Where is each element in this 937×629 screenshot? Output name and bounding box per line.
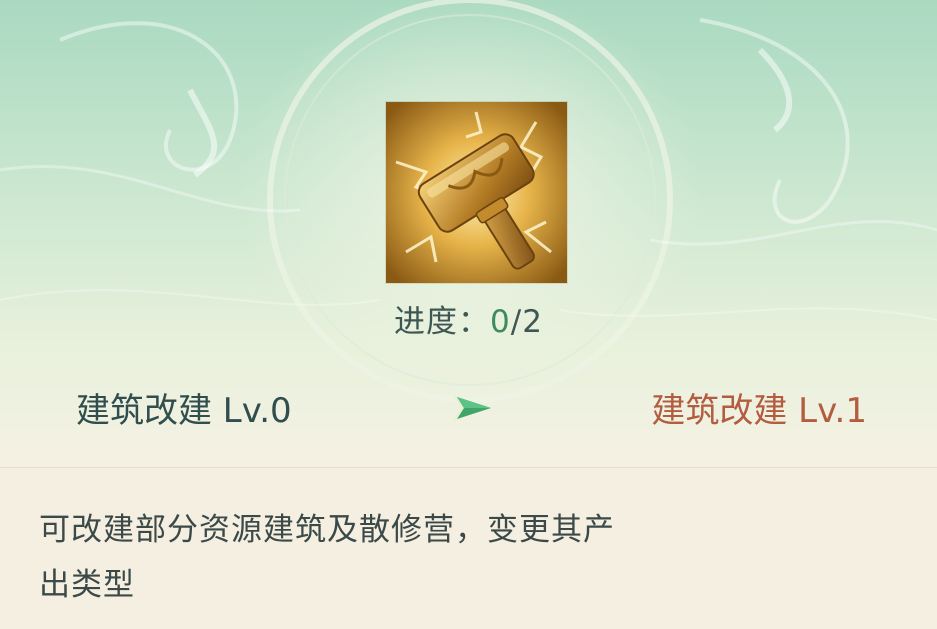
skill-description: 可改建部分资源建筑及散修营，变更其产出类型 [39, 512, 615, 603]
progress-label: 进度： [394, 304, 491, 340]
skill-upgrade-panel: 进度：0/2 建筑改建 Lv.0 建筑改建 Lv.1 可改建部分资源建筑及散修营… [0, 0, 937, 629]
progress-current: 0 [490, 304, 511, 340]
divider [0, 467, 937, 468]
progress-max: 2 [522, 304, 543, 340]
progress-separator: / [510, 304, 523, 340]
arrow-right-icon [453, 395, 491, 421]
current-level-label: 建筑改建 Lv.0 [76, 391, 292, 431]
next-level-label: 建筑改建 Lv.1 [651, 391, 867, 431]
progress-indicator: 进度：0/2 [0, 300, 937, 344]
golden-hammer-icon [386, 102, 567, 283]
